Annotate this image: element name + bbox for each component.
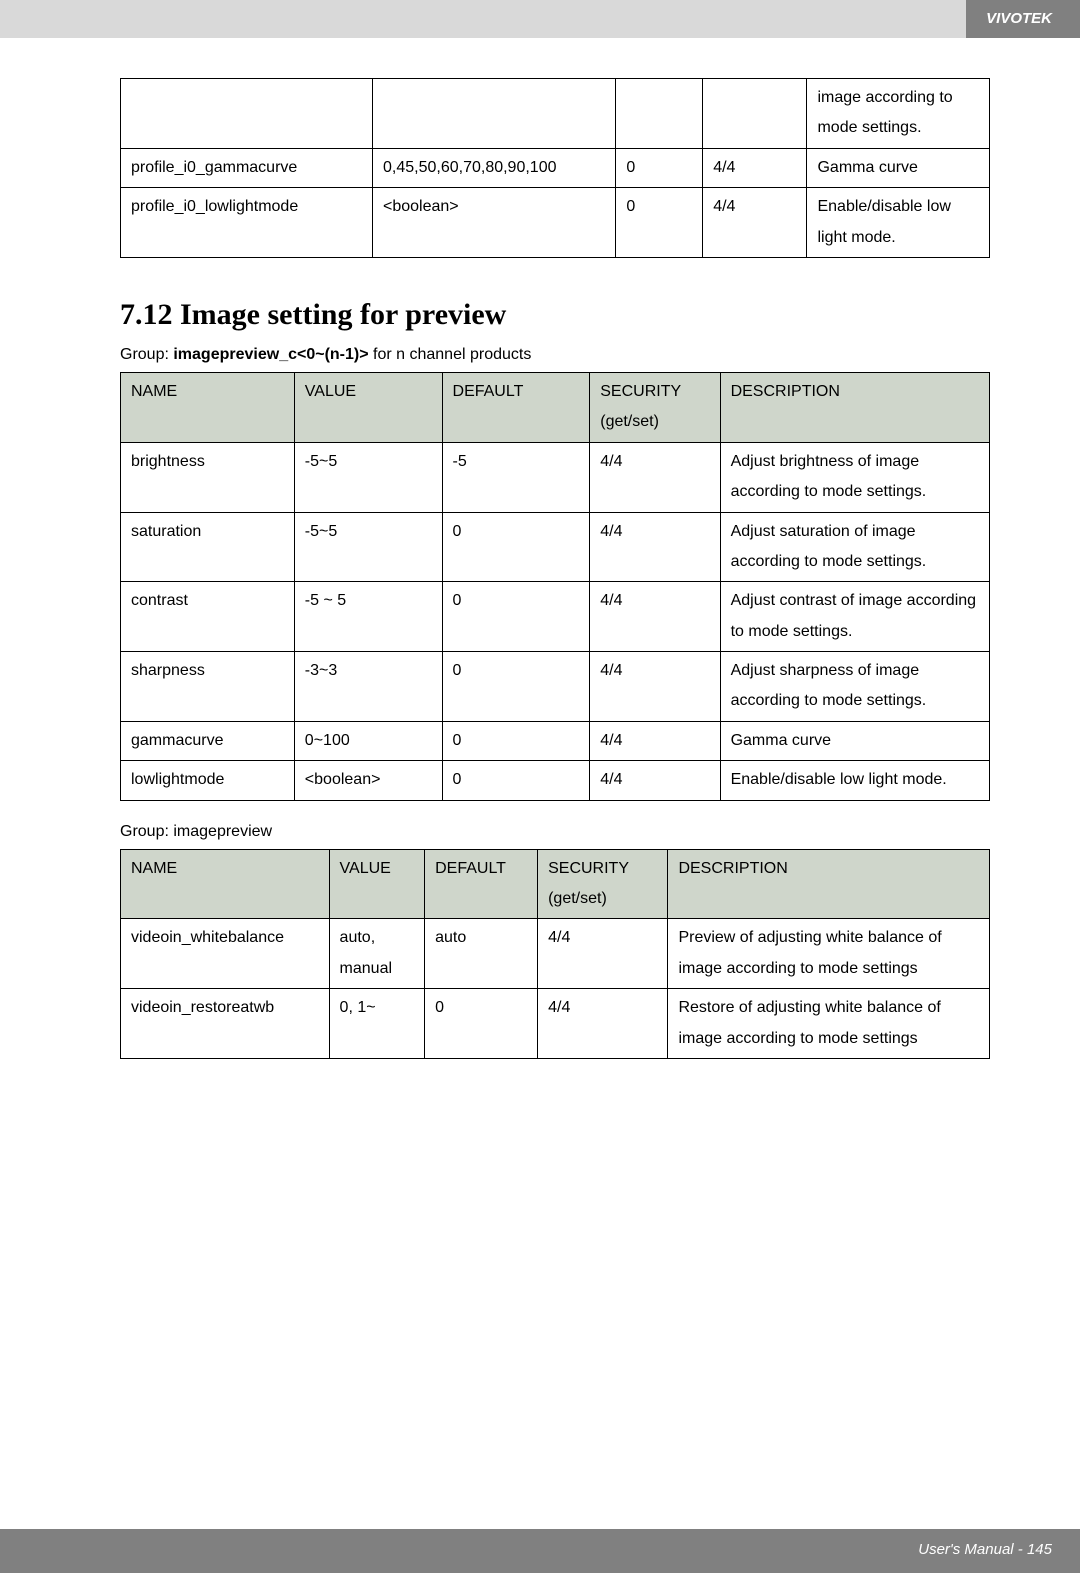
cell-default: 0 xyxy=(442,761,590,800)
table-row: videoin_whitebalance auto, manual auto 4… xyxy=(121,919,990,989)
footer-bar: User's Manual - 145 xyxy=(0,1529,1080,1573)
group-prefix: Group: xyxy=(120,346,173,363)
cell-name: lowlightmode xyxy=(121,761,295,800)
cell-value: <boolean> xyxy=(294,761,442,800)
table-row: sharpness -3~3 0 4/4 Adjust sharpness of… xyxy=(121,652,990,722)
cell-security: 4/4 xyxy=(590,442,720,512)
cell-security: 4/4 xyxy=(538,919,668,989)
cell-desc: Enable/disable low light mode. xyxy=(720,761,989,800)
cell-desc: Adjust contrast of image according to mo… xyxy=(720,582,989,652)
col-security: SECURITY (get/set) xyxy=(590,372,720,442)
cell-default: 0 xyxy=(442,582,590,652)
cell-desc: Preview of adjusting white balance of im… xyxy=(668,919,990,989)
cell-desc: image according to mode settings. xyxy=(807,79,990,149)
cell-security: 4/4 xyxy=(590,652,720,722)
table-row: videoin_restoreatwb 0, 1~ 0 4/4 Restore … xyxy=(121,989,990,1059)
cell-desc: Adjust saturation of image according to … xyxy=(720,512,989,582)
table-row: brightness -5~5 -5 4/4 Adjust brightness… xyxy=(121,442,990,512)
section-heading: 7.12 Image setting for preview xyxy=(120,298,990,332)
cell-desc: Gamma curve xyxy=(720,721,989,760)
cell-name: videoin_restoreatwb xyxy=(121,989,330,1059)
table-row: lowlightmode <boolean> 0 4/4 Enable/disa… xyxy=(121,761,990,800)
cell-value: 0,45,50,60,70,80,90,100 xyxy=(373,148,616,187)
cell-value: <boolean> xyxy=(373,188,616,258)
cell-value: -5~5 xyxy=(294,442,442,512)
cell-default xyxy=(616,79,703,149)
cell-security: 4/4 xyxy=(590,582,720,652)
table-header-row: NAME VALUE DEFAULT SECURITY (get/set) DE… xyxy=(121,372,990,442)
col-value: VALUE xyxy=(329,849,425,919)
page-content: image according to mode settings. profil… xyxy=(0,38,1080,1059)
table-imagepreview-channel: NAME VALUE DEFAULT SECURITY (get/set) DE… xyxy=(120,372,990,801)
table-row: contrast -5 ~ 5 0 4/4 Adjust contrast of… xyxy=(121,582,990,652)
group-bold: imagepreview_c<0~(n-1)> xyxy=(173,346,368,363)
col-name: NAME xyxy=(121,849,330,919)
col-name: NAME xyxy=(121,372,295,442)
table-row: gammacurve 0~100 0 4/4 Gamma curve xyxy=(121,721,990,760)
footer-page-label: User's Manual - 145 xyxy=(918,1541,1052,1558)
cell-name: videoin_whitebalance xyxy=(121,919,330,989)
cell-desc: Restore of adjusting white balance of im… xyxy=(668,989,990,1059)
cell-security: 4/4 xyxy=(703,188,807,258)
cell-security: 4/4 xyxy=(590,761,720,800)
col-value: VALUE xyxy=(294,372,442,442)
cell-name: contrast xyxy=(121,582,295,652)
col-default: DEFAULT xyxy=(425,849,538,919)
cell-value: 0, 1~ xyxy=(329,989,425,1059)
group-line-2: Group: imagepreview_c<0~(n-1)> for n cha… xyxy=(120,346,990,364)
cell-name: sharpness xyxy=(121,652,295,722)
table-imagepreview: NAME VALUE DEFAULT SECURITY (get/set) DE… xyxy=(120,849,990,1059)
cell-value: 0~100 xyxy=(294,721,442,760)
cell-security: 4/4 xyxy=(538,989,668,1059)
table-row: profile_i0_gammacurve 0,45,50,60,70,80,9… xyxy=(121,148,990,187)
cell-name: gammacurve xyxy=(121,721,295,760)
col-default: DEFAULT xyxy=(442,372,590,442)
cell-default: -5 xyxy=(442,442,590,512)
cell-security xyxy=(703,79,807,149)
cell-security: 4/4 xyxy=(703,148,807,187)
cell-default: 0 xyxy=(616,188,703,258)
table-row: image according to mode settings. xyxy=(121,79,990,149)
group-suffix: for n channel products xyxy=(369,346,532,363)
cell-name: profile_i0_lowlightmode xyxy=(121,188,373,258)
cell-name: brightness xyxy=(121,442,295,512)
brand-label: VIVOTEK xyxy=(966,0,1080,38)
cell-default: 0 xyxy=(442,721,590,760)
cell-value xyxy=(373,79,616,149)
table-header-row: NAME VALUE DEFAULT SECURITY (get/set) DE… xyxy=(121,849,990,919)
col-description: DESCRIPTION xyxy=(720,372,989,442)
cell-default: 0 xyxy=(425,989,538,1059)
table-profile-continuation: image according to mode settings. profil… xyxy=(120,78,990,258)
cell-desc: Adjust sharpness of image according to m… xyxy=(720,652,989,722)
cell-default: 0 xyxy=(442,652,590,722)
cell-security: 4/4 xyxy=(590,721,720,760)
cell-name: saturation xyxy=(121,512,295,582)
cell-value: -5~5 xyxy=(294,512,442,582)
cell-desc: Gamma curve xyxy=(807,148,990,187)
col-security: SECURITY (get/set) xyxy=(538,849,668,919)
cell-value: -3~3 xyxy=(294,652,442,722)
table-row: profile_i0_lowlightmode <boolean> 0 4/4 … xyxy=(121,188,990,258)
header-bar: VIVOTEK xyxy=(0,0,1080,38)
cell-security: 4/4 xyxy=(590,512,720,582)
table-row: saturation -5~5 0 4/4 Adjust saturation … xyxy=(121,512,990,582)
cell-value: -5 ~ 5 xyxy=(294,582,442,652)
cell-name: profile_i0_gammacurve xyxy=(121,148,373,187)
cell-desc: Enable/disable low light mode. xyxy=(807,188,990,258)
cell-name xyxy=(121,79,373,149)
cell-default: 0 xyxy=(442,512,590,582)
cell-default: 0 xyxy=(616,148,703,187)
col-description: DESCRIPTION xyxy=(668,849,990,919)
group-line-3: Group: imagepreview xyxy=(120,823,990,841)
cell-desc: Adjust brightness of image according to … xyxy=(720,442,989,512)
cell-default: auto xyxy=(425,919,538,989)
cell-value: auto, manual xyxy=(329,919,425,989)
